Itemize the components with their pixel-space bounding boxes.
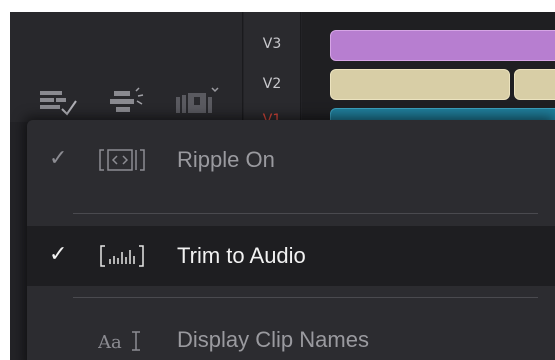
track-header-column: V3 V2 V1 xyxy=(244,12,300,128)
timeline-view-options-button[interactable] xyxy=(34,82,80,122)
menu-separator xyxy=(73,213,538,214)
menu-separator xyxy=(73,297,538,298)
track-header-divider xyxy=(300,12,301,122)
ripple-icon xyxy=(99,149,145,171)
timeline-area[interactable] xyxy=(302,12,555,139)
menu-item-ripple-on[interactable]: ✓ Ripple On xyxy=(27,130,555,190)
checkmark-icon: ✓ xyxy=(49,146,68,171)
menu-item-label: Trim to Audio xyxy=(177,243,306,268)
track-label-v2[interactable]: V2 xyxy=(244,76,300,92)
menu-item-label: Ripple On xyxy=(177,147,275,172)
resolve-edit-page: V3 V2 V1 ✓ Ripple On ✓ xyxy=(10,12,555,360)
checkmark-icon: ✓ xyxy=(49,242,68,267)
timeline-clip-v3[interactable] xyxy=(330,30,555,61)
trim-audio-icon xyxy=(100,245,144,267)
toolbar-divider xyxy=(242,12,243,122)
track-label-v3[interactable]: V3 xyxy=(244,36,300,52)
dynamic-trim-icon xyxy=(176,87,219,113)
menu-item-trim-to-audio[interactable]: ✓ Trim to Audio xyxy=(27,226,555,286)
clip-names-icon: Aa xyxy=(98,331,140,353)
timeline-clip-v2-b[interactable] xyxy=(514,69,555,100)
dynamic-trim-button[interactable] xyxy=(170,82,226,122)
menu-item-display-clip-names[interactable]: Aa Display Clip Names xyxy=(27,310,555,360)
menu-item-label: Display Clip Names xyxy=(177,327,369,352)
timeline-view-options-icon xyxy=(40,91,77,116)
svg-text:Aa: Aa xyxy=(98,332,122,353)
trim-options-menu: ✓ Ripple On ✓ Trim to Audio Aa Display C… xyxy=(27,120,555,360)
timeline-clip-v2-a[interactable] xyxy=(330,69,510,100)
timeline-toolbar xyxy=(10,12,242,122)
snapping-button[interactable] xyxy=(104,82,150,122)
snapping-icon xyxy=(110,87,144,112)
